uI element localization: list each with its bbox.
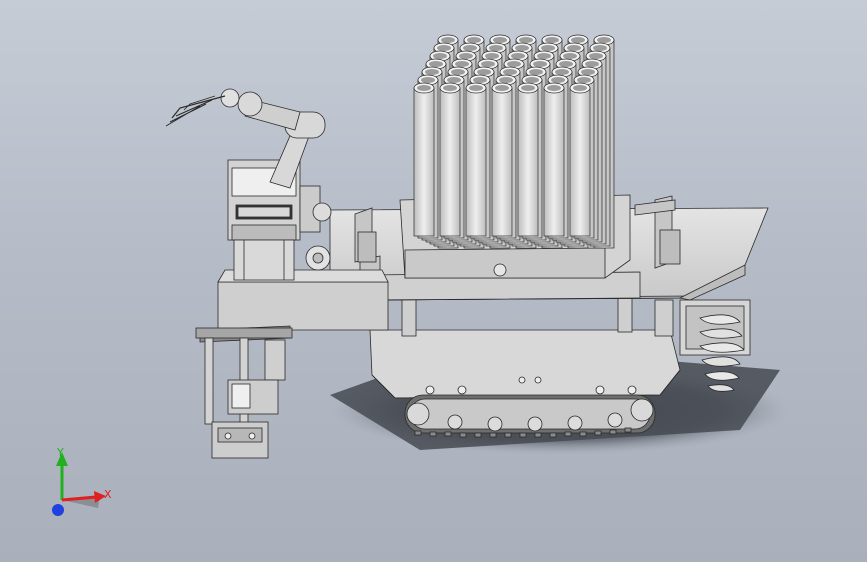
y-axis-label: Y bbox=[57, 446, 64, 459]
z-axis-icon bbox=[52, 504, 64, 516]
coordinate-triad[interactable] bbox=[52, 452, 106, 516]
model-render bbox=[52, 34, 790, 516]
tube bbox=[491, 82, 513, 237]
track-chassis[interactable] bbox=[369, 329, 681, 438]
cad-viewport[interactable]: Y X bbox=[0, 0, 867, 562]
drill-rig[interactable] bbox=[195, 325, 293, 459]
x-axis-label: X bbox=[104, 488, 112, 501]
tube bbox=[517, 82, 539, 237]
tube-magazine[interactable] bbox=[413, 34, 615, 249]
tube bbox=[543, 82, 565, 237]
tube bbox=[413, 82, 435, 237]
tube bbox=[439, 82, 461, 237]
tube bbox=[569, 82, 591, 237]
tube bbox=[465, 82, 487, 237]
